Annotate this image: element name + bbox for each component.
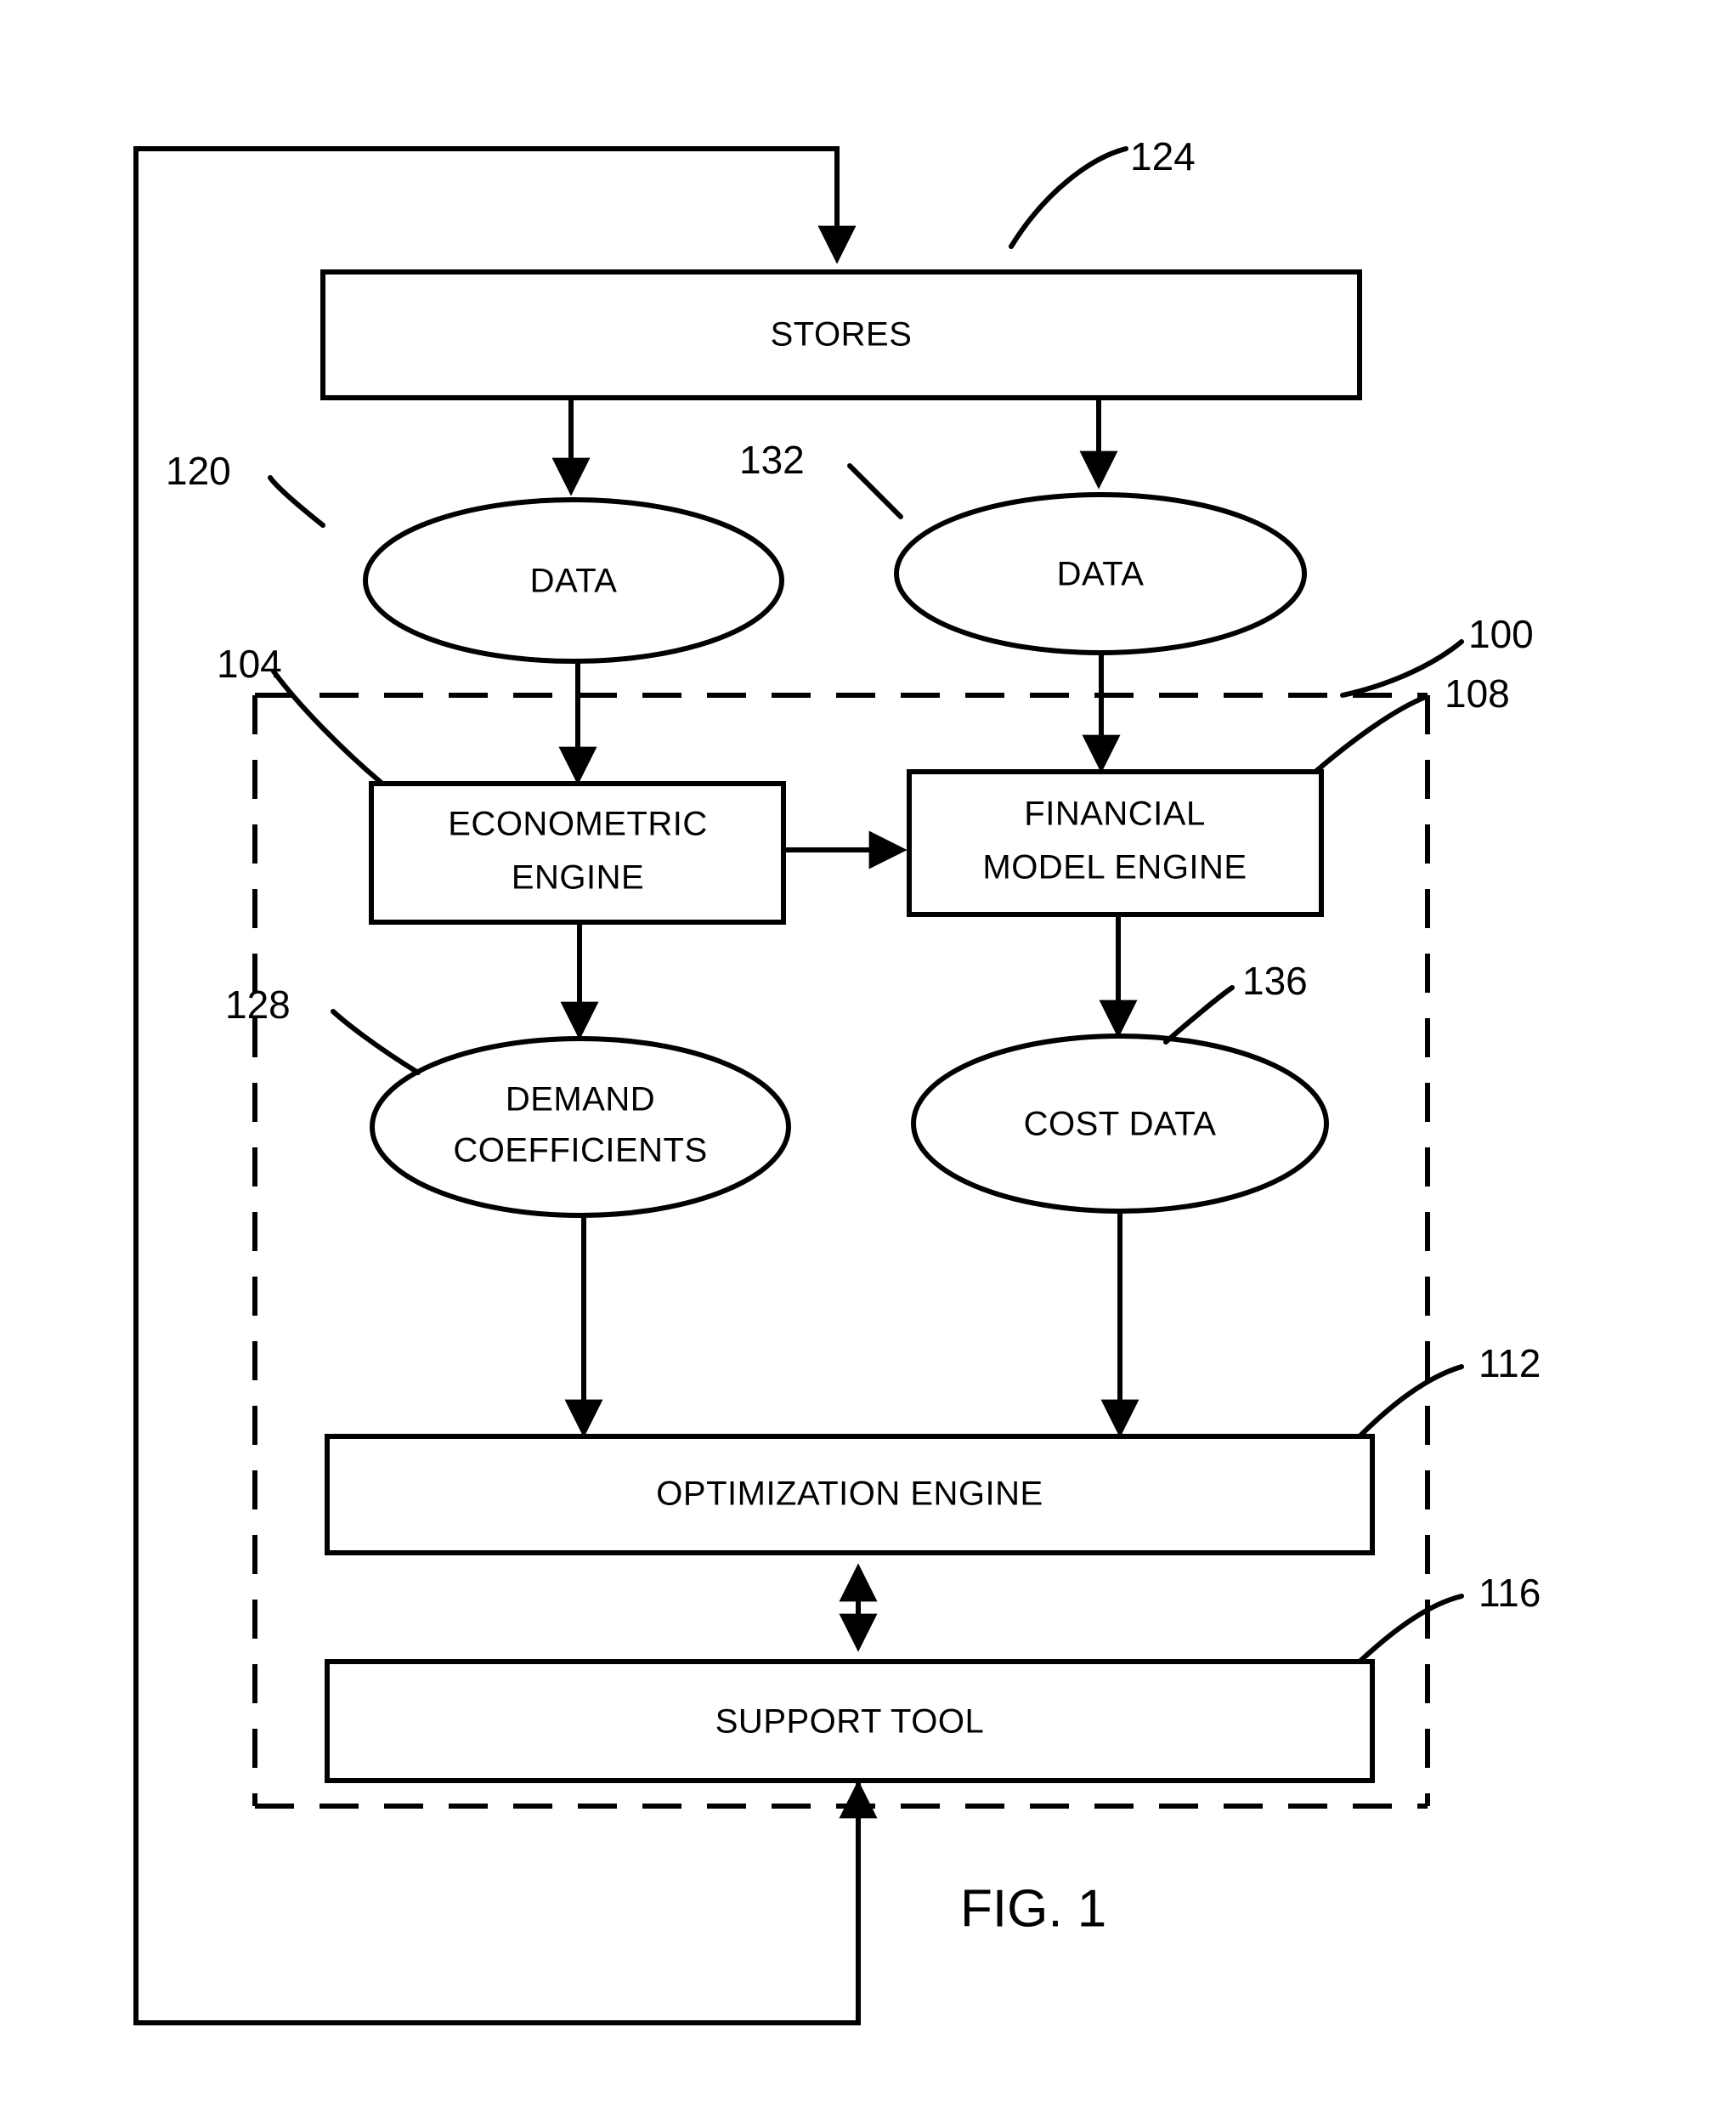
econometric-engine-box[interactable]: [369, 781, 786, 925]
patent-figure-page: STORES 124 DATA 120 DATA 132 100 ECONOME…: [0, 0, 1736, 2101]
optimization-engine-node[interactable]: OPTIMIZATION ENGINE: [325, 1434, 1375, 1555]
ref-116-leader: [1357, 1594, 1464, 1664]
support-tool-node[interactable]: SUPPORT TOOL: [325, 1659, 1375, 1783]
demand-coefficients-label-line2: COEFFICIENTS: [453, 1132, 707, 1169]
ref-112-leader: [1357, 1364, 1464, 1439]
ref-104-leader: [271, 669, 385, 786]
ref-numeral-128: 128: [225, 983, 291, 1027]
demand-coefficients-node[interactable]: DEMAND COEFFICIENTS: [370, 1036, 791, 1218]
ref-124-leader: [1009, 146, 1128, 249]
financial-model-engine-label-line1: FINANCIAL: [1024, 796, 1205, 833]
ref-numeral-136: 136: [1242, 959, 1308, 1003]
financial-model-engine-box[interactable]: [907, 769, 1324, 917]
ref-128-leader: [331, 1009, 421, 1075]
stores-label: STORES: [771, 316, 913, 354]
ref-numeral-100: 100: [1468, 612, 1534, 656]
ref-numeral-132: 132: [739, 438, 805, 482]
cost-data-label: COST DATA: [1024, 1106, 1217, 1143]
ref-numeral-108: 108: [1445, 671, 1510, 716]
figure-caption: FIG. 1: [960, 1879, 1106, 1938]
ref-numeral-112: 112: [1479, 1341, 1541, 1385]
support-tool-label: SUPPORT TOOL: [715, 1703, 985, 1741]
demand-coefficients-label-line1: DEMAND: [506, 1081, 655, 1118]
optimization-engine-label: OPTIMIZATION ENGINE: [656, 1475, 1043, 1513]
figure-1-diagram: STORES 124 DATA 120 DATA 132 100 ECONOME…: [133, 134, 1541, 2025]
data-left-node[interactable]: DATA: [363, 497, 784, 664]
cost-data-node[interactable]: COST DATA: [911, 1034, 1329, 1214]
financial-model-engine-node[interactable]: FINANCIAL MODEL ENGINE: [907, 769, 1324, 917]
ref-120-leader: [268, 475, 325, 528]
ref-numeral-116: 116: [1479, 1571, 1541, 1615]
econometric-engine-label-line1: ECONOMETRIC: [448, 806, 708, 843]
data-right-node[interactable]: DATA: [894, 492, 1307, 655]
ref-100-leader: [1340, 639, 1464, 698]
econometric-engine-label-line2: ENGINE: [512, 859, 644, 897]
ref-numeral-104: 104: [217, 642, 282, 686]
financial-model-engine-label-line2: MODEL ENGINE: [982, 849, 1247, 886]
ref-132-leader: [847, 463, 903, 519]
ref-numeral-120: 120: [166, 449, 231, 493]
stores-node[interactable]: STORES: [320, 269, 1362, 400]
ref-136-leader: [1163, 985, 1235, 1045]
data-left-label: DATA: [530, 563, 618, 600]
ref-numeral-124: 124: [1130, 134, 1196, 178]
data-right-label: DATA: [1057, 556, 1145, 593]
demand-coefficients-ellipse[interactable]: [370, 1036, 791, 1218]
econometric-engine-node[interactable]: ECONOMETRIC ENGINE: [369, 781, 786, 925]
ref-108-leader: [1313, 694, 1428, 774]
